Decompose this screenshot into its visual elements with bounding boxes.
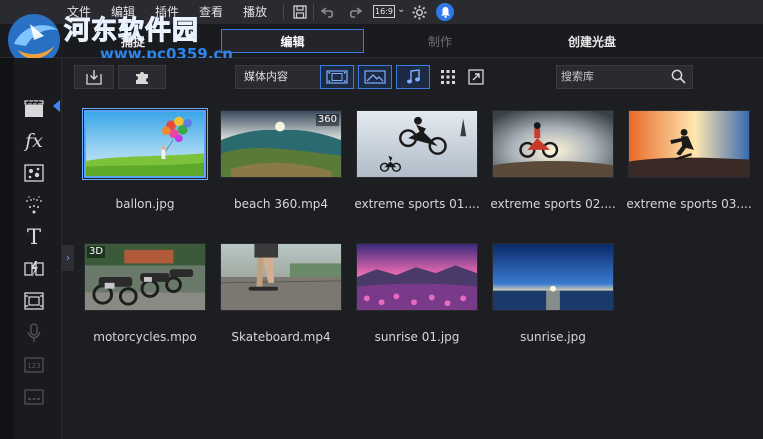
media-thumbnail [492,110,614,178]
media-name: extreme sports 02.... [490,197,616,211]
tab-edit[interactable]: 编辑 [221,29,364,53]
3d-badge: 3D [87,246,106,258]
expand-panel-button[interactable]: › [62,245,74,271]
pip-objects-icon[interactable] [23,162,45,184]
search-placeholder: 搜索库 [561,70,594,83]
tab-produce[interactable]: 制作 [405,29,475,53]
media-room-icon[interactable] [23,98,45,120]
media-thumbnail [492,243,614,311]
transition-icon[interactable] [23,258,45,280]
menu-playback[interactable]: 播放 [243,3,267,20]
svg-text:123: 123 [27,362,40,370]
filter-image-button[interactable] [358,65,392,89]
media-thumbnail [356,110,478,178]
360-badge: 360 [315,114,339,126]
active-room-indicator [53,100,60,112]
media-thumbnail [84,110,206,178]
media-name: sunrise 01.jpg [374,330,460,344]
menu-separator [283,4,284,20]
expand-view-icon[interactable] [466,67,486,87]
watermark-title: 河东软件园 [63,16,200,47]
save-icon[interactable] [291,2,309,22]
media-filter-dropdown[interactable]: 媒体内容 ⌄ [235,65,375,89]
chapter-icon: 123 [23,354,45,376]
library-toolbar: 媒体内容 ⌄ 搜索库 [62,58,763,96]
filter-video-button[interactable] [320,65,354,89]
media-thumbnail: 3D [84,243,206,311]
media-name: motorcycles.mpo [93,330,197,344]
redo-icon[interactable] [345,2,363,22]
filter-audio-button[interactable] [396,65,430,89]
particle-icon[interactable] [23,194,45,216]
menu-template-icon[interactable] [23,290,45,312]
import-media-button[interactable] [74,65,114,89]
tab-create-disc[interactable]: 创建光盘 [550,29,634,53]
aspect-ratio-selector[interactable]: 16:9 [373,5,395,18]
media-name: extreme sports 03.... [626,197,752,211]
media-name: ballon.jpg [115,197,175,211]
library-sidebar: fx T 123 [0,58,62,439]
title-text-icon[interactable]: T [23,225,45,249]
grid-view-icon[interactable] [438,67,458,87]
undo-icon[interactable] [320,2,338,22]
plugin-puzzle-button[interactable] [118,65,166,89]
media-filter-value: 媒体内容 [244,70,288,83]
search-icon[interactable] [671,69,686,92]
menu-view[interactable]: 查看 [199,3,223,20]
sidebar-edge [0,58,14,439]
subtitle-icon [23,386,45,408]
microphone-icon [23,322,45,344]
media-thumbnail [628,110,750,178]
chevron-down-icon: ⌄ [397,4,406,15]
media-thumbnail [356,243,478,311]
media-name: beach 360.mp4 [233,197,329,211]
media-name: sunrise.jpg [520,330,586,344]
notification-bell-icon[interactable] [436,3,454,21]
fx-effects-icon[interactable]: fx [23,130,45,152]
media-name: Skateboard.mp4 [231,330,331,344]
library-search-input[interactable]: 搜索库 [556,65,693,89]
menu-separator [313,4,314,20]
chevron-right-icon: › [66,252,70,264]
media-thumbnail [220,243,342,311]
media-name: extreme sports 01.... [354,197,480,211]
gear-icon[interactable] [410,2,428,22]
media-thumbnail: 360 [220,110,342,178]
